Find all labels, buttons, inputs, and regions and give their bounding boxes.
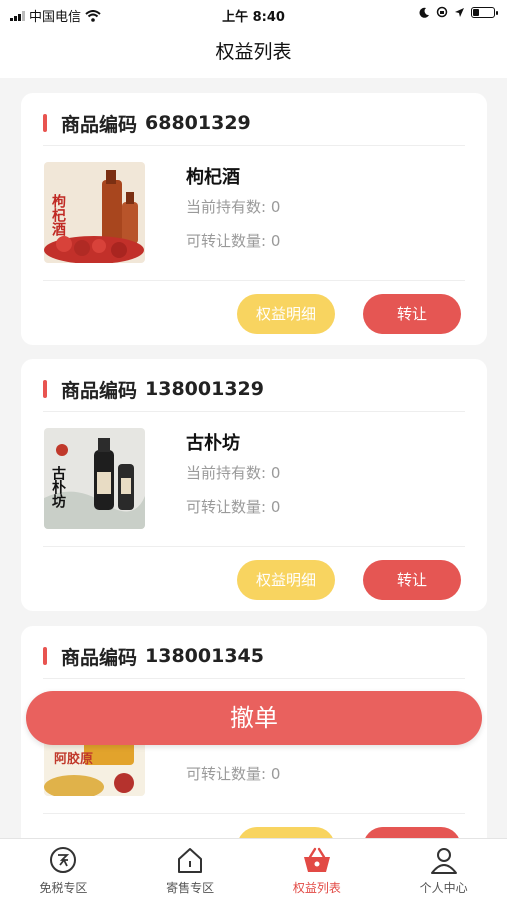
product-image-lettering: 阿胶原 <box>54 751 93 767</box>
transferable-value: 0 <box>270 498 281 516</box>
heading-accent-bar <box>43 380 47 398</box>
product-code-label: 商品编码 <box>61 379 138 402</box>
duty-free-icon <box>50 847 77 873</box>
product-code-heading: 商品编码 138001329 <box>43 377 264 402</box>
product-image-lettering: 古朴坊 <box>50 465 66 509</box>
tab-bar: 免税专区 寄售专区 权益列表 个人中心 <box>0 838 507 900</box>
divider <box>43 678 465 679</box>
holding-label: 当前持有数: <box>186 198 267 216</box>
home-icon <box>178 848 203 873</box>
moon-icon <box>419 7 429 18</box>
holding-count: 当前持有数: 0 <box>186 462 280 483</box>
basket-icon <box>303 847 330 872</box>
product-image-lettering: 枸杞酒 <box>50 193 66 237</box>
product-code-label: 商品编码 <box>61 113 138 136</box>
product-code-value: 138001345 <box>145 645 264 667</box>
transfer-button[interactable]: 转让 <box>363 560 461 600</box>
location-icon <box>455 7 464 17</box>
battery-icon <box>471 6 498 18</box>
holding-value: 0 <box>270 464 281 482</box>
divider <box>43 411 465 412</box>
heading-accent-bar <box>43 647 47 665</box>
transferable-value: 0 <box>270 232 281 250</box>
heading-accent-bar <box>43 114 47 132</box>
tab-duty-free[interactable]: 免税专区 <box>0 839 127 900</box>
transferable-label: 可转让数量: <box>186 498 267 516</box>
divider <box>43 145 465 146</box>
product-name: 古朴坊 <box>186 433 240 454</box>
tab-label: 寄售专区 <box>166 881 215 895</box>
transferable-count: 可转让数量: 0 <box>186 496 280 517</box>
product-code-label: 商品编码 <box>61 646 138 669</box>
divider <box>43 546 465 547</box>
holding-value: 0 <box>270 198 281 216</box>
rotation-lock-icon <box>436 6 448 18</box>
tab-rights-list[interactable]: 权益列表 <box>254 839 381 900</box>
tab-profile[interactable]: 个人中心 <box>380 839 507 900</box>
tab-label: 个人中心 <box>419 881 468 895</box>
product-image[interactable]: 枸杞酒 <box>44 162 145 263</box>
tab-consignment[interactable]: 寄售专区 <box>127 839 254 900</box>
product-name: 枸杞酒 <box>186 167 240 188</box>
transfer-button[interactable]: 转让 <box>363 294 461 334</box>
transferable-count: 可转让数量: 0 <box>186 763 280 784</box>
product-code-heading: 商品编码 68801329 <box>43 111 251 136</box>
rights-detail-button[interactable]: 权益明细 <box>237 294 335 334</box>
page-title: 权益列表 <box>0 28 507 78</box>
tab-label: 免税专区 <box>39 881 88 895</box>
status-right <box>419 6 498 18</box>
transferable-label: 可转让数量: <box>186 232 267 250</box>
tab-label: 权益列表 <box>292 881 341 895</box>
person-icon <box>430 848 457 874</box>
cancel-order-button[interactable]: 撤单 <box>26 691 482 745</box>
product-code-value: 68801329 <box>145 112 251 134</box>
holding-count: 当前持有数: 0 <box>186 196 280 217</box>
holding-label: 当前持有数: <box>186 464 267 482</box>
product-card: 商品编码 138001329 古朴坊 古朴坊 当前持有数: 0 可转让数量: 0… <box>21 359 487 611</box>
divider <box>43 280 465 281</box>
product-card: 商品编码 68801329 枸杞酒 枸杞酒 当前持有数: 0 可转让数量: 0 … <box>21 93 487 345</box>
product-code-value: 138001329 <box>145 378 264 400</box>
transferable-value: 0 <box>270 765 281 783</box>
transferable-count: 可转让数量: 0 <box>186 230 280 251</box>
transferable-label: 可转让数量: <box>186 765 267 783</box>
divider <box>43 813 465 814</box>
product-image[interactable]: 古朴坊 <box>44 428 145 529</box>
product-code-heading: 商品编码 138001345 <box>43 644 264 669</box>
status-bar: 中国电信 上午 8:40 <box>0 0 507 28</box>
rights-detail-button[interactable]: 权益明细 <box>237 560 335 600</box>
